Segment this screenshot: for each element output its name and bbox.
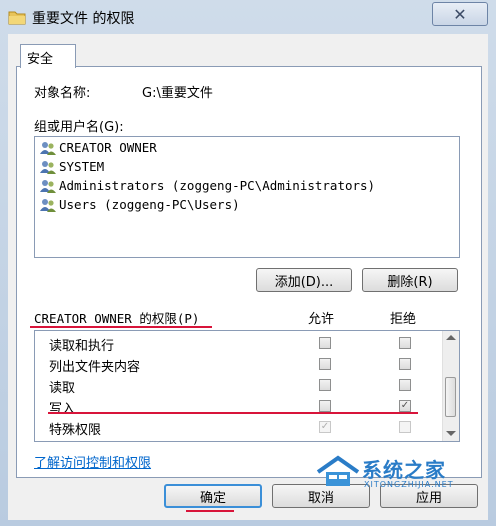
permission-name: 特殊权限 [49, 423, 102, 438]
watermark-url: XITONGZHIJIA.NET [364, 480, 454, 489]
scroll-down-arrow-icon[interactable] [446, 431, 456, 436]
tab-security[interactable]: 安全 [20, 44, 76, 68]
user-name: SYSTEM [59, 159, 105, 174]
list-item[interactable]: CREATOR OWNER [39, 138, 157, 157]
checkmark-icon: ✓ [320, 421, 330, 432]
user-name: Users (zoggeng-PC\Users) [59, 197, 240, 212]
annotation-underline [48, 412, 418, 414]
user-group-icon [40, 198, 56, 212]
permission-row: 读取 [49, 375, 429, 396]
object-name-value: G:\重要文件 [142, 86, 213, 101]
user-name: CREATOR OWNER [59, 140, 157, 155]
remove-button[interactable]: 删除(R) [362, 268, 458, 292]
checkmark-icon: ✓ [400, 400, 410, 411]
annotation-underline [186, 510, 234, 512]
user-group-icon [40, 160, 56, 174]
add-button[interactable]: 添加(D)... [256, 268, 352, 292]
users-list-label: 组或用户名(G): [34, 120, 124, 135]
window-title: 重要文件 的权限 [32, 11, 135, 27]
permission-name: 读取 [49, 381, 76, 396]
user-group-icon [40, 141, 56, 155]
allow-column-header: 允许 [308, 312, 335, 327]
annotation-underline [30, 326, 212, 328]
deny-column-header: 拒绝 [390, 312, 417, 327]
deny-checkbox[interactable] [399, 358, 411, 370]
deny-checkbox[interactable]: ✓ [399, 400, 411, 412]
deny-checkbox[interactable] [399, 379, 411, 391]
allow-checkbox[interactable] [319, 400, 331, 412]
tab-security-label: 安全 [27, 52, 54, 67]
allow-checkbox[interactable] [319, 379, 331, 391]
permission-row: 读取和执行 [49, 333, 429, 354]
permission-name: 列出文件夹内容 [49, 360, 141, 375]
user-name: Administrators (zoggeng-PC\Administrator… [59, 178, 376, 193]
house-logo-icon [316, 455, 360, 486]
scroll-thumb[interactable] [445, 377, 456, 417]
permissions-list[interactable]: 读取和执行 列出文件夹内容 读取 写入 ✓ 特殊权限 ✓ [34, 330, 460, 442]
deny-checkbox [399, 421, 411, 433]
list-item[interactable]: Administrators (zoggeng-PC\Administrator… [39, 176, 375, 195]
object-name-label: 对象名称: [34, 86, 91, 101]
permission-name: 读取和执行 [49, 339, 115, 354]
permission-row: 列出文件夹内容 [49, 354, 429, 375]
permission-name: 写入 [49, 402, 76, 417]
deny-checkbox[interactable] [399, 337, 411, 349]
scroll-up-arrow-icon[interactable] [446, 335, 456, 340]
allow-checkbox[interactable] [319, 337, 331, 349]
close-icon: ✕ [453, 4, 467, 24]
folder-icon [8, 11, 26, 25]
allow-checkbox: ✓ [319, 421, 331, 433]
ok-button[interactable]: 确定 [164, 484, 262, 508]
permissions-label: CREATOR OWNER 的权限(P) [34, 311, 200, 326]
close-button[interactable]: ✕ [432, 2, 488, 26]
list-item[interactable]: Users (zoggeng-PC\Users) [39, 195, 240, 214]
permissions-scrollbar[interactable] [442, 331, 459, 441]
help-link[interactable]: 了解访问控制和权限 [34, 452, 151, 471]
permission-row: 特殊权限 ✓ [49, 417, 429, 438]
watermark: 系统之家 XITONGZHIJIA.NET [316, 450, 492, 494]
list-item[interactable]: SYSTEM [39, 157, 104, 176]
users-list[interactable]: CREATOR OWNER SYSTEM Administrators (zog… [34, 136, 460, 258]
user-group-icon [40, 179, 56, 193]
watermark-text: 系统之家 [362, 458, 446, 482]
allow-checkbox[interactable] [319, 358, 331, 370]
